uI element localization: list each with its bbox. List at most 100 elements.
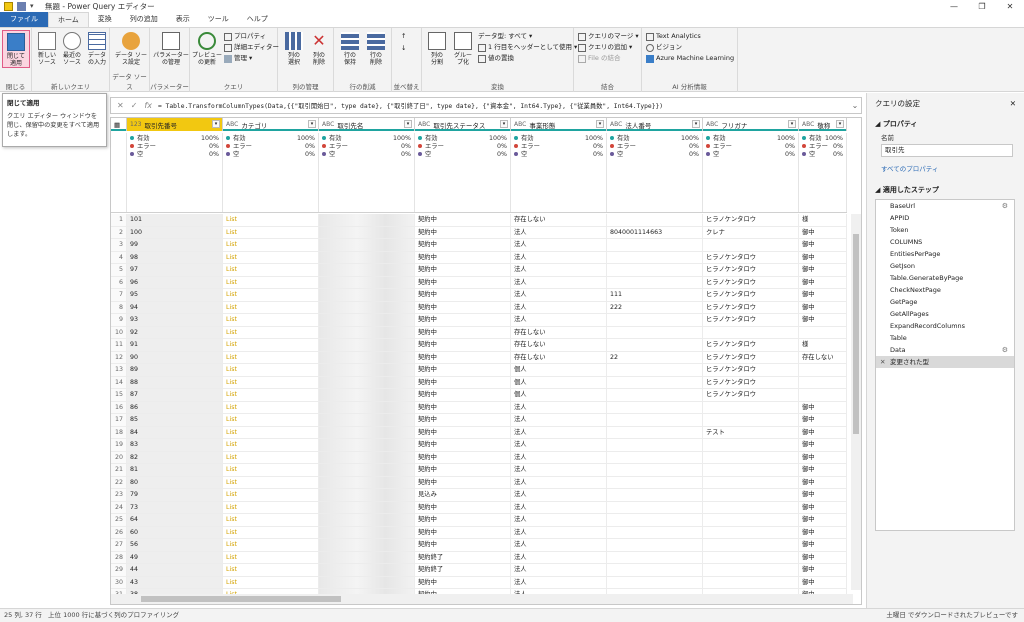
table-cell[interactable]: ヒラノケンタロウ: [703, 214, 799, 226]
table-cell[interactable]: 契約終了: [415, 564, 511, 576]
table-cell[interactable]: ヒラノケンタロウ: [703, 251, 799, 263]
table-cell[interactable]: List: [223, 251, 319, 263]
combine-files-button[interactable]: File の結合: [578, 54, 620, 63]
table-cell[interactable]: 契約中: [415, 289, 511, 301]
sort-descending-icon[interactable]: ↓: [401, 44, 406, 53]
redacted-cell[interactable]: [319, 439, 415, 451]
redacted-cell[interactable]: [319, 351, 415, 363]
table-row[interactable]: 23 79 List 見込み 法人 御中: [111, 489, 847, 502]
table-cell[interactable]: [703, 576, 799, 588]
column-header[interactable]: ABC 法人番号 ▾: [607, 118, 703, 131]
table-cell[interactable]: [607, 489, 703, 501]
table-cell[interactable]: 法人: [511, 451, 607, 463]
table-cell[interactable]: [799, 364, 847, 376]
text-analytics-button[interactable]: Text Analytics: [646, 32, 701, 41]
table-cell[interactable]: List: [223, 439, 319, 451]
table-cell[interactable]: 法人: [511, 576, 607, 588]
redacted-cell[interactable]: [319, 514, 415, 526]
manage-button[interactable]: 管理 ▾: [224, 54, 252, 63]
table-cell[interactable]: List: [223, 364, 319, 376]
table-cell[interactable]: [607, 576, 703, 588]
column-header[interactable]: ABC 取引先ステータス ▾: [415, 118, 511, 131]
table-row[interactable]: 25 64 List 契約中 法人 御中: [111, 514, 847, 527]
table-cell[interactable]: List: [223, 289, 319, 301]
table-cell[interactable]: [703, 401, 799, 413]
table-cell[interactable]: 存在しない: [511, 339, 607, 351]
data-type-dropdown[interactable]: データ型: すべて ▾: [478, 32, 532, 41]
table-cell[interactable]: List: [223, 214, 319, 226]
redacted-cell[interactable]: [319, 301, 415, 313]
table-cell[interactable]: ヒラノケンタロウ: [703, 264, 799, 276]
table-cell[interactable]: List: [223, 564, 319, 576]
table-cell[interactable]: 存在しない: [511, 214, 607, 226]
table-cell[interactable]: 契約中: [415, 376, 511, 388]
redacted-cell[interactable]: [319, 401, 415, 413]
table-row[interactable]: 20 82 List 契約中 法人 御中: [111, 451, 847, 464]
table-cell[interactable]: 契約中: [415, 476, 511, 488]
table-cell[interactable]: ヒラノケンタロウ: [703, 276, 799, 288]
maximize-button[interactable]: ❐: [968, 0, 996, 13]
table-cell[interactable]: 御中: [799, 426, 847, 438]
table-row[interactable]: 26 60 List 契約中 法人 御中: [111, 526, 847, 539]
redacted-cell[interactable]: [319, 276, 415, 288]
table-row[interactable]: 11 91 List 契約中 存在しない ヒラノケンタロウ様: [111, 339, 847, 352]
type-icon[interactable]: ABC: [226, 121, 238, 128]
table-cell[interactable]: 契約中: [415, 401, 511, 413]
cancel-icon[interactable]: ✕: [117, 101, 124, 110]
tab-tools[interactable]: ツール: [199, 12, 238, 27]
table-cell[interactable]: 契約中: [415, 314, 511, 326]
table-cell[interactable]: List: [223, 301, 319, 313]
close-apply-button[interactable]: 閉じて 適用: [2, 30, 30, 68]
close-icon[interactable]: ✕: [1010, 99, 1016, 108]
table-cell[interactable]: 個人: [511, 364, 607, 376]
table-cell[interactable]: 88: [127, 376, 223, 388]
table-cell[interactable]: List: [223, 389, 319, 401]
table-cell[interactable]: [607, 364, 703, 376]
enter-data-button[interactable]: データ の入力: [84, 30, 110, 66]
table-cell[interactable]: 御中: [799, 401, 847, 413]
fx-icon[interactable]: fx: [144, 101, 152, 110]
table-cell[interactable]: [607, 514, 703, 526]
table-cell[interactable]: 御中: [799, 526, 847, 538]
table-cell[interactable]: 85: [127, 414, 223, 426]
table-cell[interactable]: 御中: [799, 264, 847, 276]
table-cell[interactable]: 御中: [799, 464, 847, 476]
table-row[interactable]: 15 87 List 契約中 個人 ヒラノケンタロウ: [111, 389, 847, 402]
table-cell[interactable]: 法人: [511, 251, 607, 263]
table-row[interactable]: 3 99 List 契約中 法人 御中: [111, 239, 847, 252]
table-cell[interactable]: List: [223, 414, 319, 426]
table-cell[interactable]: ヒラノケンタロウ: [703, 301, 799, 313]
table-cell[interactable]: [799, 376, 847, 388]
tab-file[interactable]: ファイル: [0, 12, 48, 27]
table-cell[interactable]: 契約中: [415, 301, 511, 313]
table-cell[interactable]: 法人: [511, 514, 607, 526]
table-cell[interactable]: [607, 251, 703, 263]
table-cell[interactable]: 95: [127, 289, 223, 301]
table-cell[interactable]: List: [223, 239, 319, 251]
table-cell[interactable]: 御中: [799, 501, 847, 513]
gear-icon[interactable]: ⚙: [1002, 200, 1008, 212]
group-by-button[interactable]: グルー プ化: [450, 30, 476, 66]
table-cell[interactable]: [607, 501, 703, 513]
table-cell[interactable]: List: [223, 514, 319, 526]
table-cell[interactable]: 82: [127, 451, 223, 463]
table-cell[interactable]: 契約中: [415, 464, 511, 476]
filter-dropdown-icon[interactable]: ▾: [500, 120, 508, 128]
redacted-cell[interactable]: [319, 576, 415, 588]
table-cell[interactable]: [703, 539, 799, 551]
table-cell[interactable]: 法人: [511, 264, 607, 276]
table-cell[interactable]: [703, 564, 799, 576]
table-cell[interactable]: [607, 439, 703, 451]
properties-button[interactable]: プロパティ: [224, 32, 266, 41]
redacted-cell[interactable]: [319, 389, 415, 401]
redacted-cell[interactable]: [319, 289, 415, 301]
table-row[interactable]: 10 92 List 契約中 存在しない: [111, 326, 847, 339]
table-row[interactable]: 2 100 List 契約中 法人 8040001114663 クレナ 御中: [111, 226, 847, 239]
table-cell[interactable]: ヒラノケンタロウ: [703, 376, 799, 388]
table-row[interactable]: 7 95 List 契約中 法人 111 ヒラノケンタロウ 御中: [111, 289, 847, 302]
table-cell[interactable]: [607, 376, 703, 388]
expand-formula-icon[interactable]: ⌄: [849, 101, 861, 110]
filter-dropdown-icon[interactable]: ▾: [788, 120, 796, 128]
table-cell[interactable]: 御中: [799, 489, 847, 501]
table-cell[interactable]: List: [223, 401, 319, 413]
